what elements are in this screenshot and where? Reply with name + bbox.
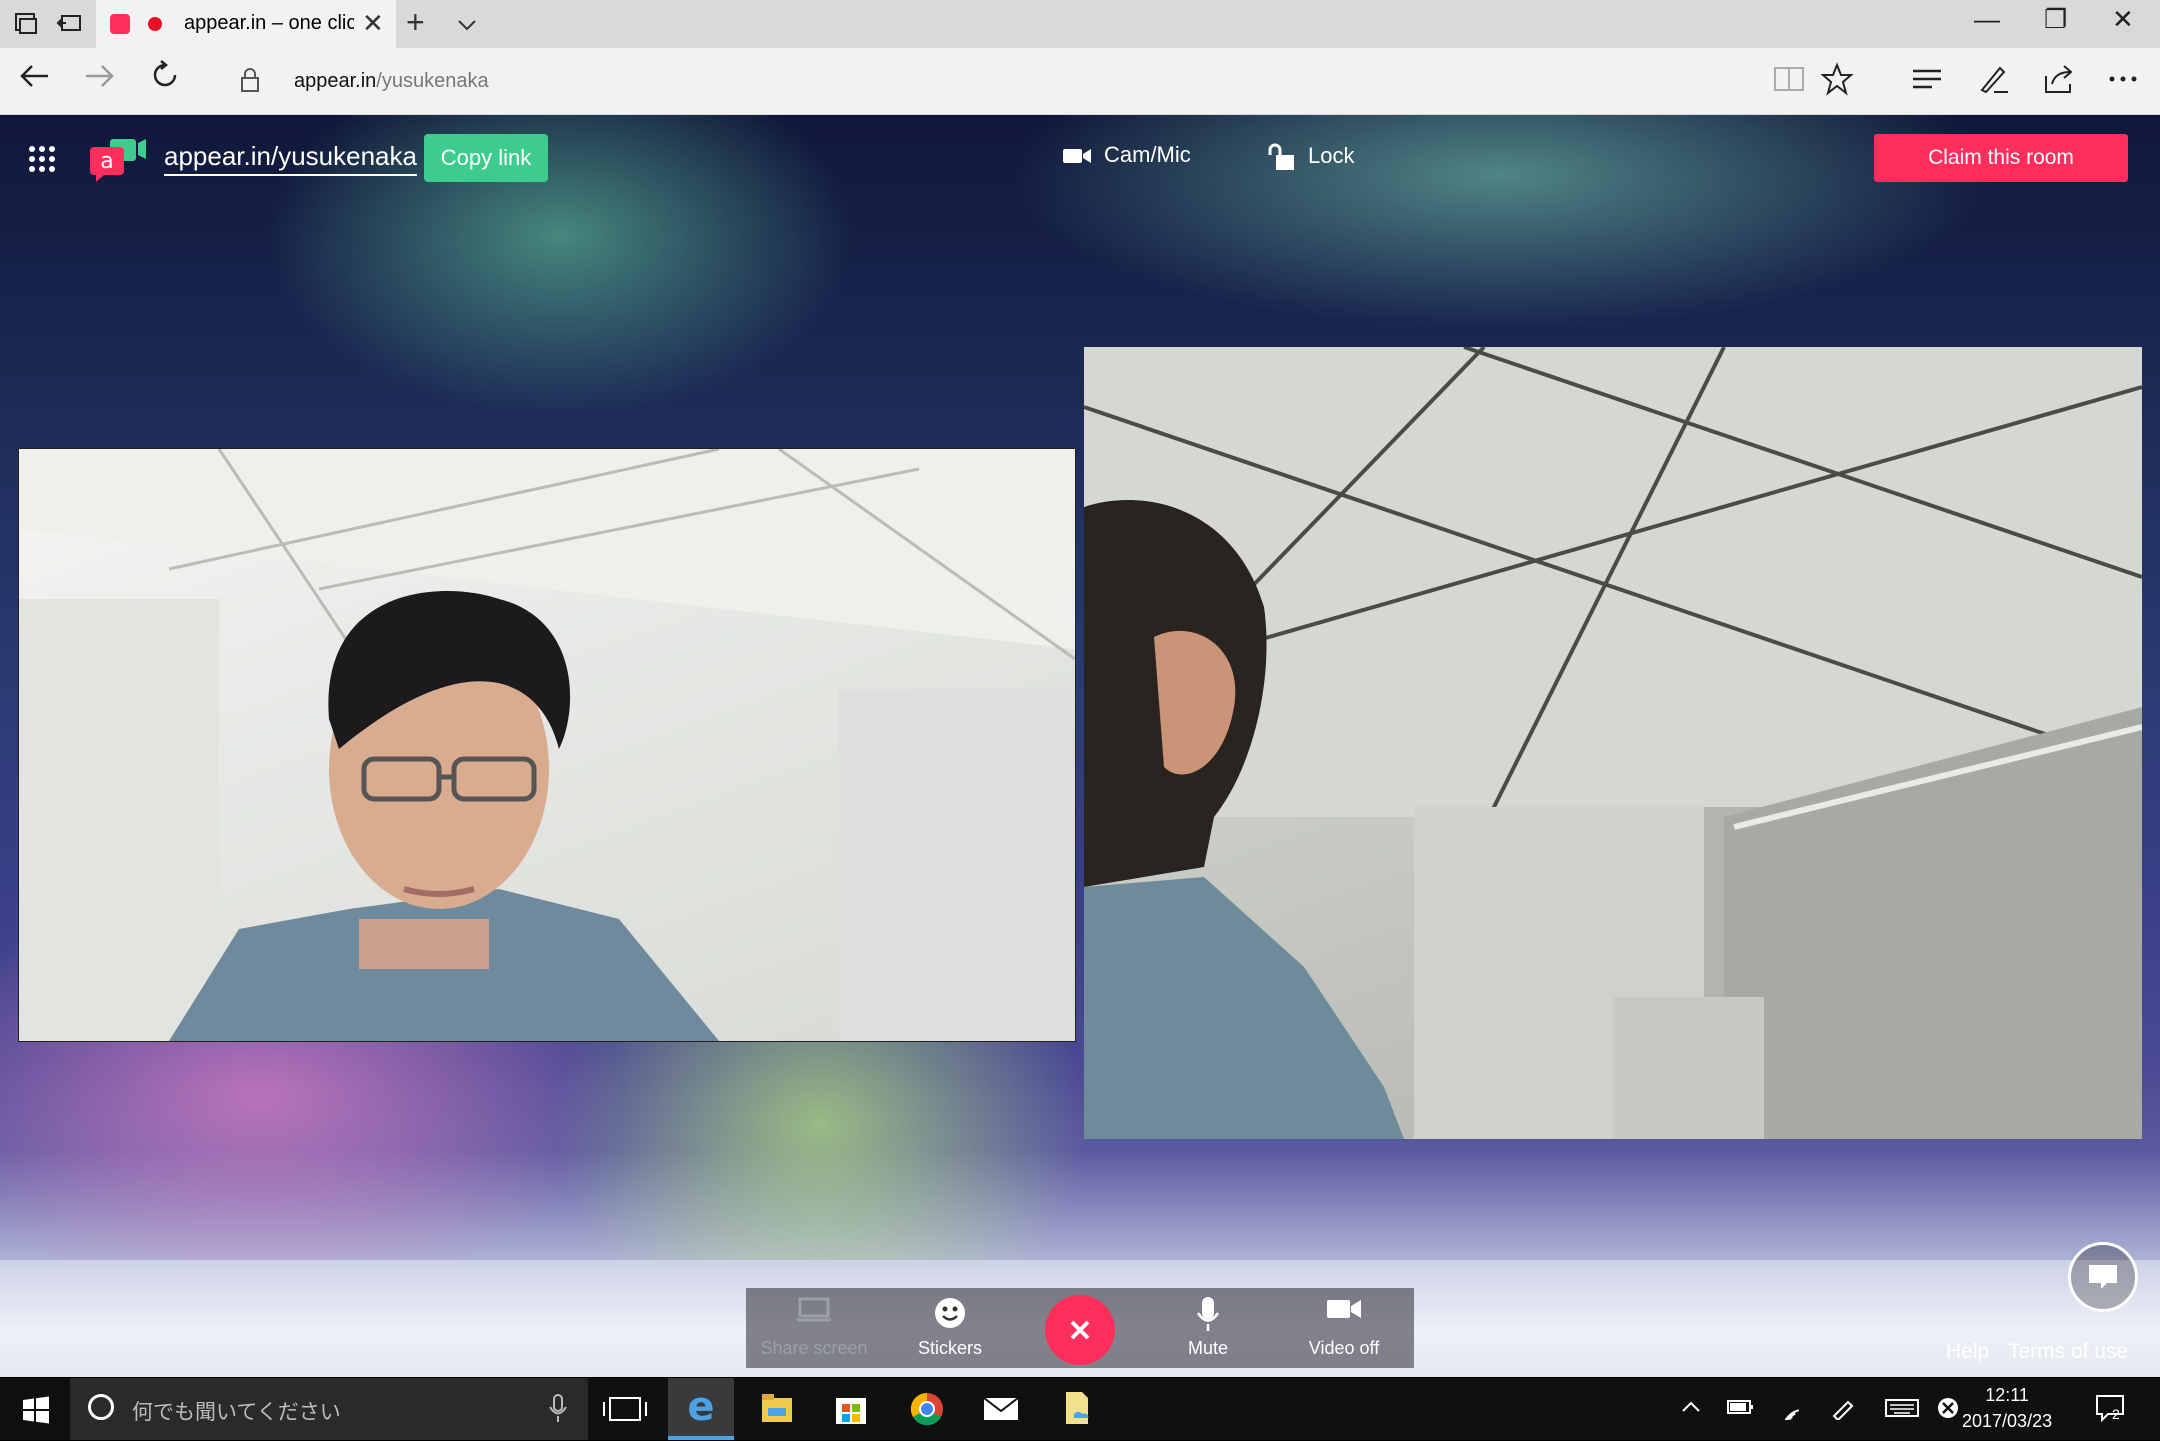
restore-button[interactable]: ❐ [2044, 4, 2067, 35]
video-tile-remote[interactable] [1084, 347, 2142, 1139]
web-note-pen-icon[interactable] [1976, 62, 2010, 96]
address-bar: appear.in/yusukenaka [0, 48, 2160, 115]
new-tab-button[interactable]: + [406, 4, 425, 41]
url-path: /yusukenaka [376, 70, 489, 92]
task-view-icon[interactable] [592, 1378, 658, 1440]
edge-browser-icon: e [687, 1384, 714, 1430]
close-window-button[interactable]: ✕ [2112, 4, 2134, 35]
video-off-label: Video off [1308, 1338, 1380, 1358]
onedrive-file-icon[interactable] [1044, 1378, 1110, 1440]
mute-button[interactable]: Mute [1140, 1288, 1276, 1368]
cortana-search-box[interactable]: 何でも聞いてください [70, 1378, 588, 1440]
touch-keyboard-icon[interactable] [1884, 1396, 1920, 1420]
share-icon[interactable] [2042, 62, 2076, 96]
help-link[interactable]: Help [1946, 1340, 1989, 1364]
terms-of-use-link[interactable]: Terms of use [2008, 1340, 2128, 1364]
leave-call-button[interactable] [1045, 1295, 1115, 1365]
favorite-star-icon[interactable] [1820, 62, 1854, 96]
action-center-icon[interactable] [2094, 1392, 2126, 1424]
room-url-link[interactable]: appear.in/yusukenaka [164, 141, 417, 176]
lock-room-button[interactable]: Lock [1268, 142, 1354, 172]
cam-mic-button[interactable]: Cam/Mic [1062, 142, 1191, 168]
store-icon[interactable] [818, 1378, 884, 1440]
hub-icon[interactable] [1910, 62, 1944, 96]
svg-text:a: a [100, 149, 113, 174]
address-field[interactable]: appear.in/yusukenaka [294, 70, 489, 93]
windows-taskbar: 何でも聞いてください e 12:11 2017/03/23 2 [0, 1378, 2160, 1440]
chat-button[interactable] [2068, 1242, 2138, 1312]
cam-mic-label: Cam/Mic [1104, 142, 1191, 167]
battery-icon[interactable] [1726, 1396, 1754, 1418]
url-host: appear.in [294, 70, 377, 92]
pen-workspace-icon[interactable] [1830, 1396, 1856, 1420]
taskbar-edge-button[interactable]: e [668, 1378, 734, 1440]
set-tabs-aside-icon[interactable] [56, 10, 84, 38]
refresh-icon[interactable] [148, 58, 182, 92]
stickers-label: Stickers [917, 1338, 982, 1358]
participant-video-feed [1084, 347, 2142, 1139]
reading-view-icon[interactable] [1772, 62, 1806, 96]
svg-text:e: e [687, 1384, 714, 1430]
video-off-button[interactable]: Video off [1276, 1288, 1412, 1368]
tab-title: appear.in – one clic [184, 12, 354, 34]
share-screen-label: Share screen [760, 1338, 868, 1358]
wifi-icon[interactable] [1778, 1396, 1804, 1420]
claim-room-button[interactable]: Claim this room [1874, 134, 2128, 182]
clock-time: 12:11 [1985, 1385, 2029, 1405]
taskbar-clock[interactable]: 12:11 2017/03/23 [1962, 1382, 2052, 1434]
close-x-icon [1070, 1320, 1090, 1340]
participant-video-feed [19, 449, 1075, 1041]
chat-bubble-icon [2089, 1265, 2117, 1289]
smiley-icon [935, 1298, 965, 1328]
camera-icon [1063, 149, 1091, 164]
file-explorer-icon[interactable] [744, 1378, 810, 1440]
minimize-button[interactable]: — [1974, 4, 2000, 35]
apps-grid-icon[interactable] [28, 145, 56, 173]
forward-arrow-icon[interactable] [82, 58, 118, 94]
windows-start-icon[interactable] [22, 1396, 50, 1424]
clock-date: 2017/03/23 [1962, 1411, 2053, 1431]
tab-preview-chevron-icon[interactable] [456, 14, 478, 36]
browser-title-bar: appear.in – one clic ✕ + — ❐ ✕ [0, 0, 2160, 48]
site-favicon-icon [110, 14, 130, 34]
unlocked-padlock-icon [1268, 143, 1294, 170]
tab-close-icon[interactable]: ✕ [362, 8, 384, 39]
show-hidden-icons-chevron-icon[interactable] [1680, 1396, 1702, 1418]
notification-count-badge: 2 [2112, 1406, 2120, 1422]
appear-in-logo-icon[interactable]: a [88, 135, 148, 183]
stickers-button[interactable]: Stickers [882, 1288, 1018, 1368]
lock-label: Lock [1308, 142, 1355, 168]
mute-label: Mute [1187, 1338, 1229, 1358]
video-camera-icon [1327, 1300, 1361, 1318]
recording-indicator-icon [148, 17, 162, 31]
secure-lock-icon[interactable] [240, 67, 260, 93]
search-placeholder: 何でも聞いてください [132, 1401, 341, 1424]
cortana-icon [88, 1394, 114, 1420]
mail-icon[interactable] [968, 1378, 1034, 1440]
screen-share-icon [797, 1297, 831, 1322]
copy-link-button[interactable]: Copy link [424, 134, 548, 182]
chrome-icon[interactable] [894, 1378, 960, 1440]
browser-tab[interactable]: appear.in – one clic ✕ [96, 0, 396, 48]
microphone-icon [1196, 1297, 1220, 1331]
tab-manager-icon[interactable] [12, 10, 40, 38]
microphone-icon[interactable] [548, 1394, 568, 1424]
more-options-icon[interactable] [2106, 62, 2140, 96]
volume-muted-icon[interactable] [1936, 1396, 1960, 1420]
share-screen-button[interactable]: Share screen [746, 1288, 882, 1368]
video-tile-self[interactable] [18, 448, 1076, 1042]
back-arrow-icon[interactable] [16, 58, 52, 94]
